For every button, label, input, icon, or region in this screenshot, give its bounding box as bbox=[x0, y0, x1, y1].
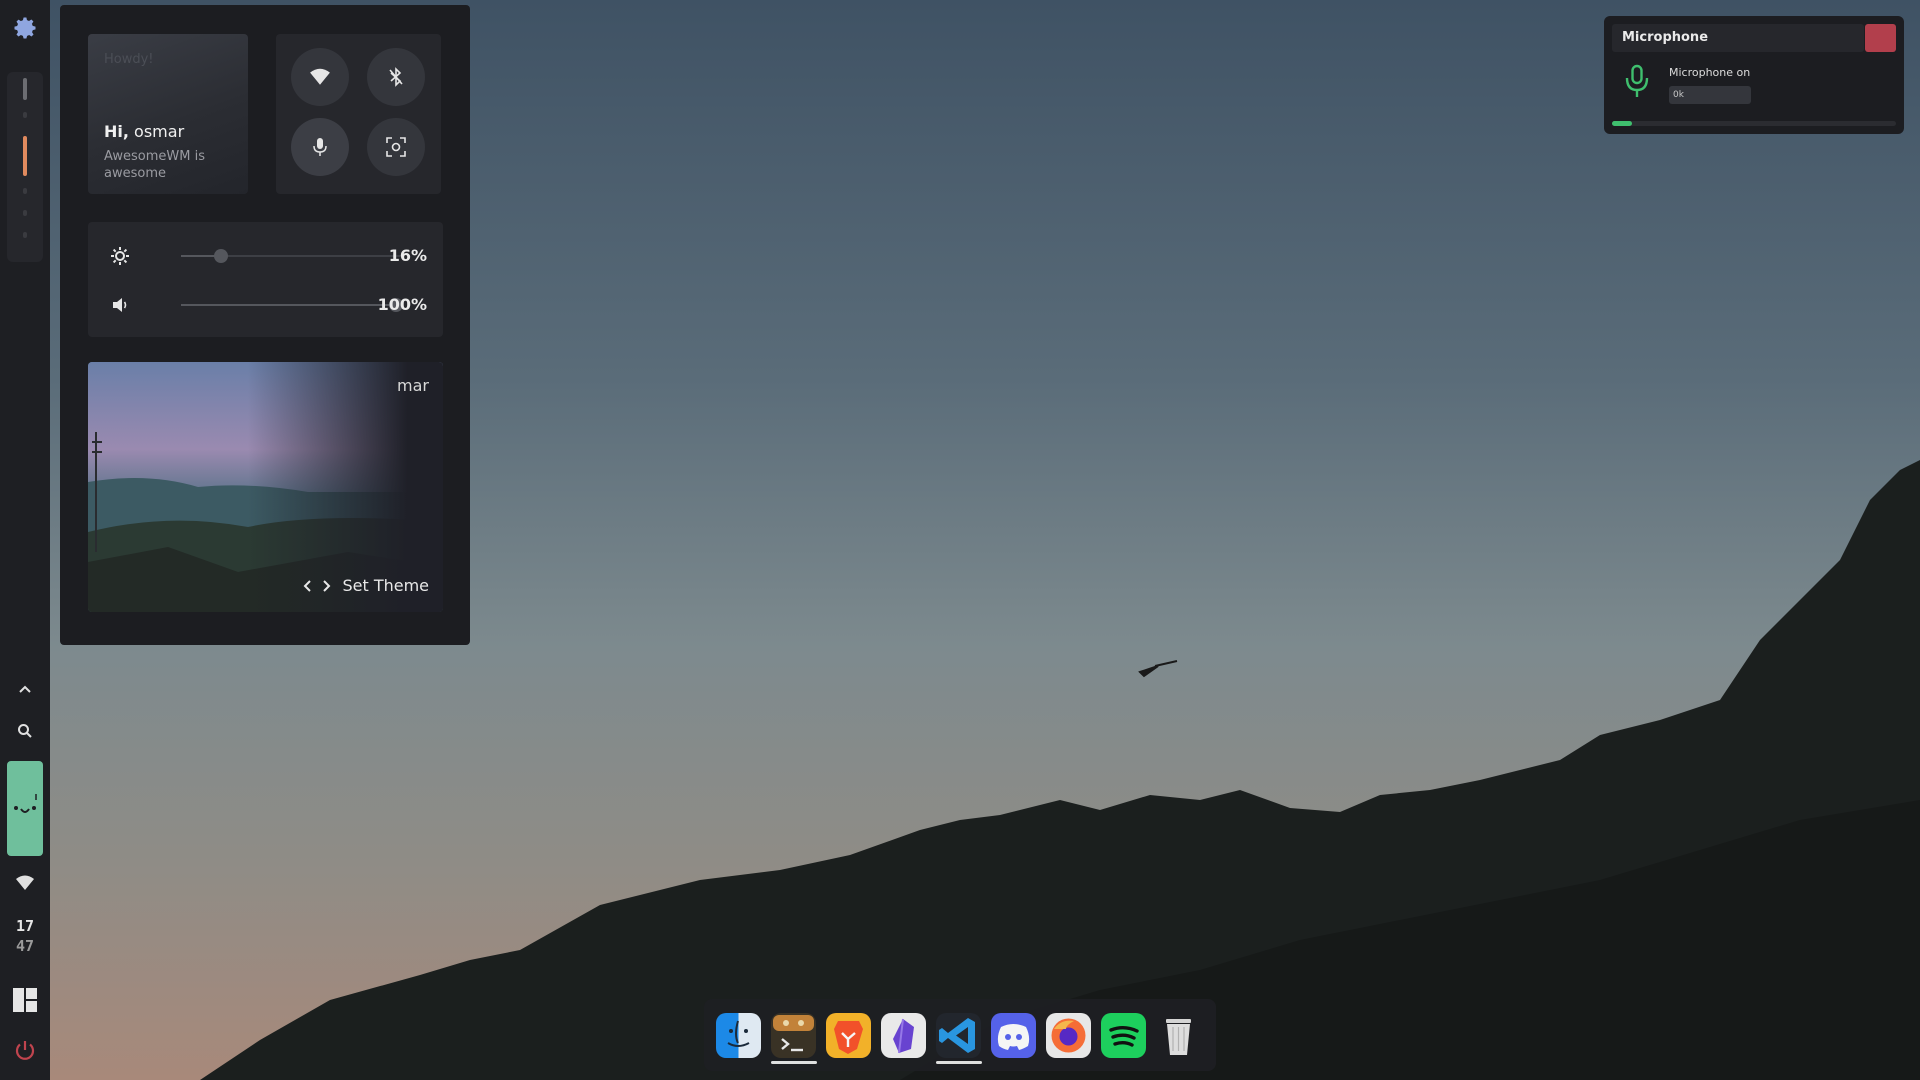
volume-icon bbox=[113, 298, 127, 312]
microphone-level-fill bbox=[1612, 121, 1632, 126]
microphone-icon bbox=[313, 138, 327, 156]
systray-toggle[interactable] bbox=[0, 680, 50, 700]
wifi-icon bbox=[16, 875, 34, 890]
dock-discord[interactable] bbox=[991, 1013, 1036, 1058]
tag-1[interactable] bbox=[23, 78, 27, 100]
chevron-up-icon bbox=[19, 685, 31, 693]
theme-name: mar bbox=[397, 376, 429, 395]
clock-hours: 17 bbox=[15, 917, 35, 935]
control-center: Howdy! Hi, osmar AwesomeWM is awesome 16… bbox=[60, 5, 470, 645]
brightness-row: 16% bbox=[88, 236, 443, 276]
finder-icon bbox=[727, 1020, 750, 1047]
mascot-widget[interactable] bbox=[7, 761, 43, 856]
volume-value: 100% bbox=[377, 295, 427, 314]
microphone-level-bar bbox=[1612, 121, 1896, 126]
volume-slider[interactable] bbox=[181, 298, 403, 312]
theme-card: mar Set Theme bbox=[88, 362, 443, 612]
tag-5[interactable] bbox=[23, 210, 27, 216]
microphone-status: Microphone on bbox=[1669, 66, 1751, 79]
dock-firefox[interactable] bbox=[1046, 1013, 1091, 1058]
layout-tile-icon bbox=[13, 988, 37, 1012]
wifi-toggle[interactable] bbox=[291, 48, 349, 106]
obsidian-icon bbox=[893, 1018, 914, 1054]
volume-row: 100% bbox=[88, 285, 443, 325]
screenshot-icon bbox=[386, 137, 406, 157]
greeting-hi: Hi, bbox=[104, 122, 129, 141]
tag-2[interactable] bbox=[23, 112, 27, 118]
volume-fill bbox=[181, 304, 396, 306]
trash-icon bbox=[1166, 1019, 1191, 1055]
dock-brave[interactable] bbox=[826, 1013, 871, 1058]
clock[interactable]: 17 47 bbox=[0, 908, 50, 964]
firefox-icon bbox=[1051, 1018, 1086, 1053]
username: osmar bbox=[134, 122, 185, 141]
brightness-knob[interactable] bbox=[214, 249, 228, 263]
microphone-toggle[interactable] bbox=[291, 118, 349, 176]
gear-icon bbox=[14, 17, 36, 39]
theme-controls: Set Theme bbox=[302, 576, 429, 595]
greeting-line: Hi, osmar bbox=[104, 122, 184, 141]
sliders-card: 16% 100% bbox=[88, 222, 443, 337]
microphone-level-field[interactable]: 0k bbox=[1669, 86, 1751, 104]
launcher-button[interactable] bbox=[0, 10, 50, 46]
dock bbox=[704, 999, 1216, 1071]
dock-vscode[interactable] bbox=[936, 1013, 981, 1058]
vscode-icon bbox=[939, 1018, 975, 1053]
osd-close-button[interactable] bbox=[1865, 24, 1896, 52]
terminal-running-indicator bbox=[771, 1061, 817, 1064]
workspace-tags bbox=[7, 72, 43, 262]
howdy-text: Howdy! bbox=[104, 52, 154, 67]
tag-6[interactable] bbox=[23, 232, 27, 238]
chevron-right-icon[interactable] bbox=[322, 579, 332, 593]
search-button[interactable] bbox=[0, 721, 50, 741]
bluetooth-off-icon bbox=[389, 67, 403, 87]
wifi-icon bbox=[310, 68, 330, 85]
smiley-face-icon bbox=[14, 794, 37, 813]
set-theme-button[interactable]: Set Theme bbox=[342, 576, 429, 595]
microphone-osd: Microphone Microphone on 0k bbox=[1604, 16, 1904, 134]
dock-spotify[interactable] bbox=[1101, 1013, 1146, 1058]
vscode-running-indicator bbox=[936, 1061, 982, 1064]
brightness-slider[interactable] bbox=[181, 249, 403, 263]
tag-3[interactable] bbox=[23, 136, 27, 176]
power-icon bbox=[15, 1041, 35, 1060]
dock-finder[interactable] bbox=[716, 1013, 761, 1058]
theme-preview-image bbox=[88, 362, 443, 612]
tag-4[interactable] bbox=[23, 188, 27, 194]
clock-minutes: 47 bbox=[15, 937, 35, 955]
power-button[interactable] bbox=[0, 1035, 50, 1065]
network-indicator[interactable] bbox=[0, 872, 50, 894]
layout-switcher[interactable] bbox=[0, 985, 50, 1015]
spotify-icon bbox=[1109, 1026, 1139, 1047]
left-panel: 17 47 bbox=[0, 0, 50, 1080]
discord-icon bbox=[997, 1024, 1030, 1050]
dock-trash[interactable] bbox=[1156, 1013, 1201, 1058]
greeting-card: Howdy! Hi, osmar AwesomeWM is awesome bbox=[88, 34, 248, 194]
bluetooth-toggle[interactable] bbox=[367, 48, 425, 106]
terminal-icon bbox=[773, 1015, 814, 1052]
quick-toggles bbox=[276, 34, 441, 194]
osd-title: Microphone bbox=[1612, 24, 1864, 52]
microphone-icon bbox=[1625, 64, 1649, 97]
dock-terminal[interactable] bbox=[771, 1013, 816, 1058]
brightness-icon bbox=[111, 247, 129, 265]
chevron-left-icon[interactable] bbox=[302, 579, 312, 593]
screenshot-toggle[interactable] bbox=[367, 118, 425, 176]
greeting-subtitle: AwesomeWM is awesome bbox=[104, 149, 205, 181]
search-icon bbox=[18, 724, 32, 738]
brightness-value: 16% bbox=[388, 246, 427, 265]
brave-lion-icon bbox=[834, 1021, 863, 1054]
dock-obsidian[interactable] bbox=[881, 1013, 926, 1058]
